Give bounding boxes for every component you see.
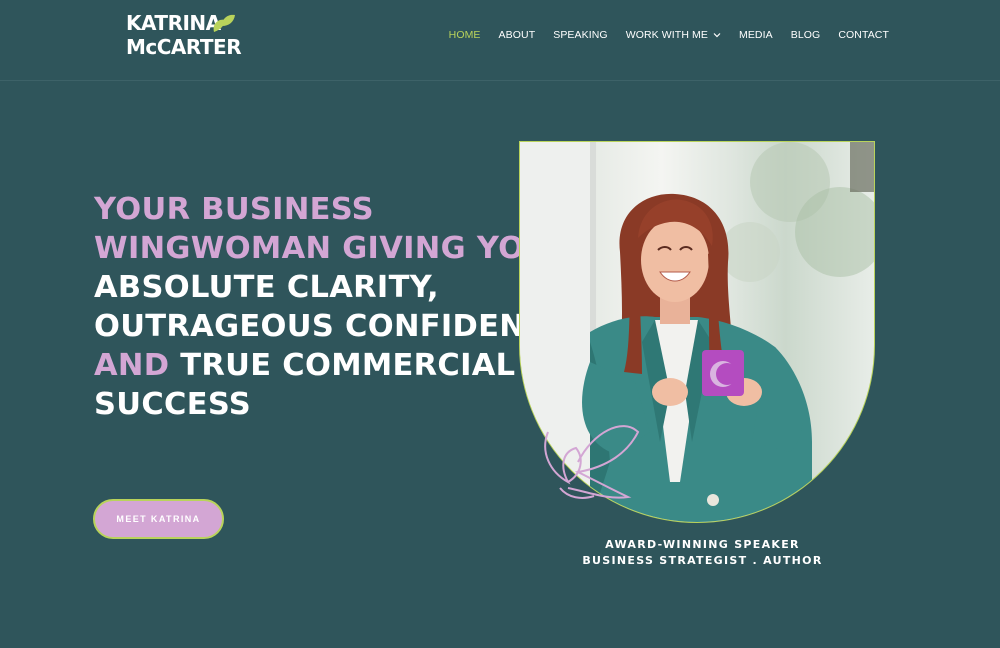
brand-logo[interactable]: KATRINA McCARTER bbox=[126, 11, 242, 62]
logo-line-2: McCARTER bbox=[126, 35, 242, 59]
speaker-caption: AWARD-WINNING SPEAKER BUSINESS STRATEGIS… bbox=[560, 537, 845, 569]
nav-home[interactable]: HOME bbox=[449, 29, 481, 41]
nav-blog[interactable]: BLOG bbox=[791, 29, 821, 41]
hero-headline: YOUR BUSINESS WINGWOMAN GIVING YOU ABSOL… bbox=[94, 190, 569, 424]
heart-doodle-icon bbox=[544, 425, 640, 499]
nav-about[interactable]: ABOUT bbox=[499, 29, 536, 41]
nav-media[interactable]: MEDIA bbox=[739, 29, 773, 41]
main-nav: HOME ABOUT SPEAKING WORK WITH ME MEDIA B… bbox=[449, 29, 889, 41]
nav-work-with-me-label: WORK WITH ME bbox=[625, 29, 708, 41]
caption-line-1: AWARD-WINNING SPEAKER bbox=[605, 538, 800, 551]
chevron-down-icon bbox=[713, 33, 721, 38]
meet-katrina-button[interactable]: MEET KATRINA bbox=[93, 499, 224, 539]
headline-and: AND bbox=[94, 348, 170, 383]
headline-line-6: SUCCESS bbox=[94, 387, 251, 422]
headline-line-3: ABSOLUTE CLARITY, bbox=[94, 270, 439, 305]
headline-line-4: OUTRAGEOUS CONFIDENCE bbox=[94, 309, 569, 344]
headline-line-5-rest: TRUE COMMERCIAL bbox=[169, 348, 516, 383]
headline-line-1: YOUR BUSINESS bbox=[94, 192, 374, 227]
caption-line-2: BUSINESS STRATEGIST . AUTHOR bbox=[582, 554, 823, 567]
nav-speaking[interactable]: SPEAKING bbox=[553, 29, 607, 41]
nav-work-with-me[interactable]: WORK WITH ME bbox=[626, 29, 721, 41]
headline-line-5: AND TRUE COMMERCIAL bbox=[94, 346, 515, 385]
logo-line-1: KATRINA bbox=[126, 11, 221, 35]
leaf-icon bbox=[213, 14, 235, 32]
headline-line-2: WINGWOMAN GIVING YOU bbox=[94, 231, 550, 266]
nav-contact[interactable]: CONTACT bbox=[838, 29, 889, 41]
site-header: KATRINA McCARTER HOME ABOUT SPEAKING WOR… bbox=[0, 0, 1000, 81]
